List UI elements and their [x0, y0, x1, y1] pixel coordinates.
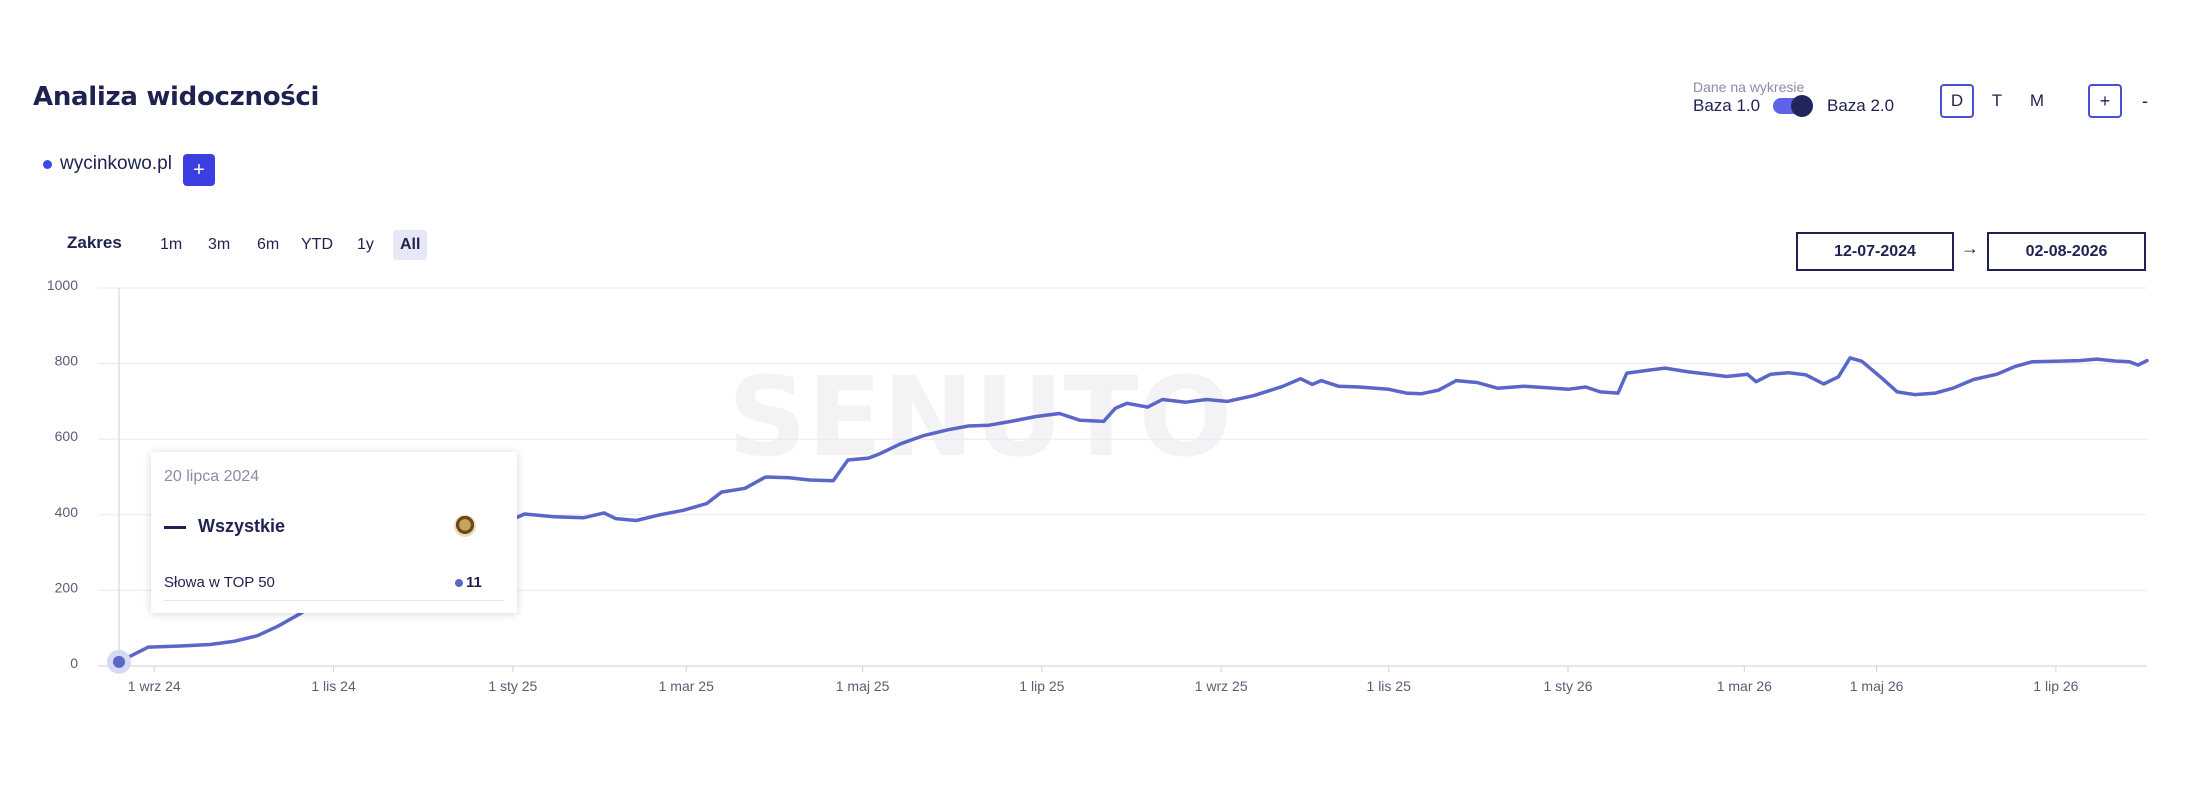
x-tick-label: 1 lip 25: [1019, 678, 1064, 694]
y-tick-label: 200: [55, 579, 79, 595]
y-tick-label: 400: [55, 504, 79, 520]
tooltip-series-line: [164, 526, 186, 529]
tooltip-metric-label: Słowa w TOP 50: [164, 574, 275, 591]
tooltip-divider: [164, 600, 504, 601]
tooltip-series-name: Wszystkie: [198, 516, 286, 536]
x-tick-label: 1 wrz 25: [1195, 678, 1248, 694]
y-tick-label: 0: [70, 655, 78, 671]
y-tick-label: 600: [55, 428, 79, 444]
tooltip-metric-value: 11: [466, 574, 482, 591]
watermark-text: SENUTO: [728, 353, 1232, 481]
x-tick-label: 1 lis 25: [1367, 678, 1412, 694]
domain-logo-icon: [454, 515, 476, 537]
hover-point: [113, 655, 125, 668]
x-tick-label: 1 lis 24: [311, 678, 356, 694]
visibility-chart[interactable]: SENUTO 0 200 400 600 800 1000 1 wrz 24 1 lis 24 1…: [0, 0, 2200, 800]
x-tick-label: 1 wrz 24: [128, 678, 181, 694]
y-tick-label: 800: [55, 353, 79, 369]
tooltip-date: 20 lipca 2024: [164, 468, 260, 485]
x-tick-label: 1 sty 26: [1543, 678, 1592, 694]
chart-tooltip: 20 lipca 2024 Wszystkie Słowa w TOP 50 1…: [151, 452, 517, 613]
tooltip-metric-dot: [455, 579, 463, 587]
x-tick-label: 1 mar 26: [1717, 678, 1772, 694]
x-tick-label: 1 maj 25: [836, 678, 890, 694]
x-tick-label: 1 sty 25: [488, 678, 537, 694]
x-tick-label: 1 mar 25: [659, 678, 714, 694]
x-tick-label: 1 maj 26: [1850, 678, 1904, 694]
x-tick-label: 1 lip 26: [2033, 678, 2078, 694]
y-tick-label: 1000: [47, 277, 78, 293]
